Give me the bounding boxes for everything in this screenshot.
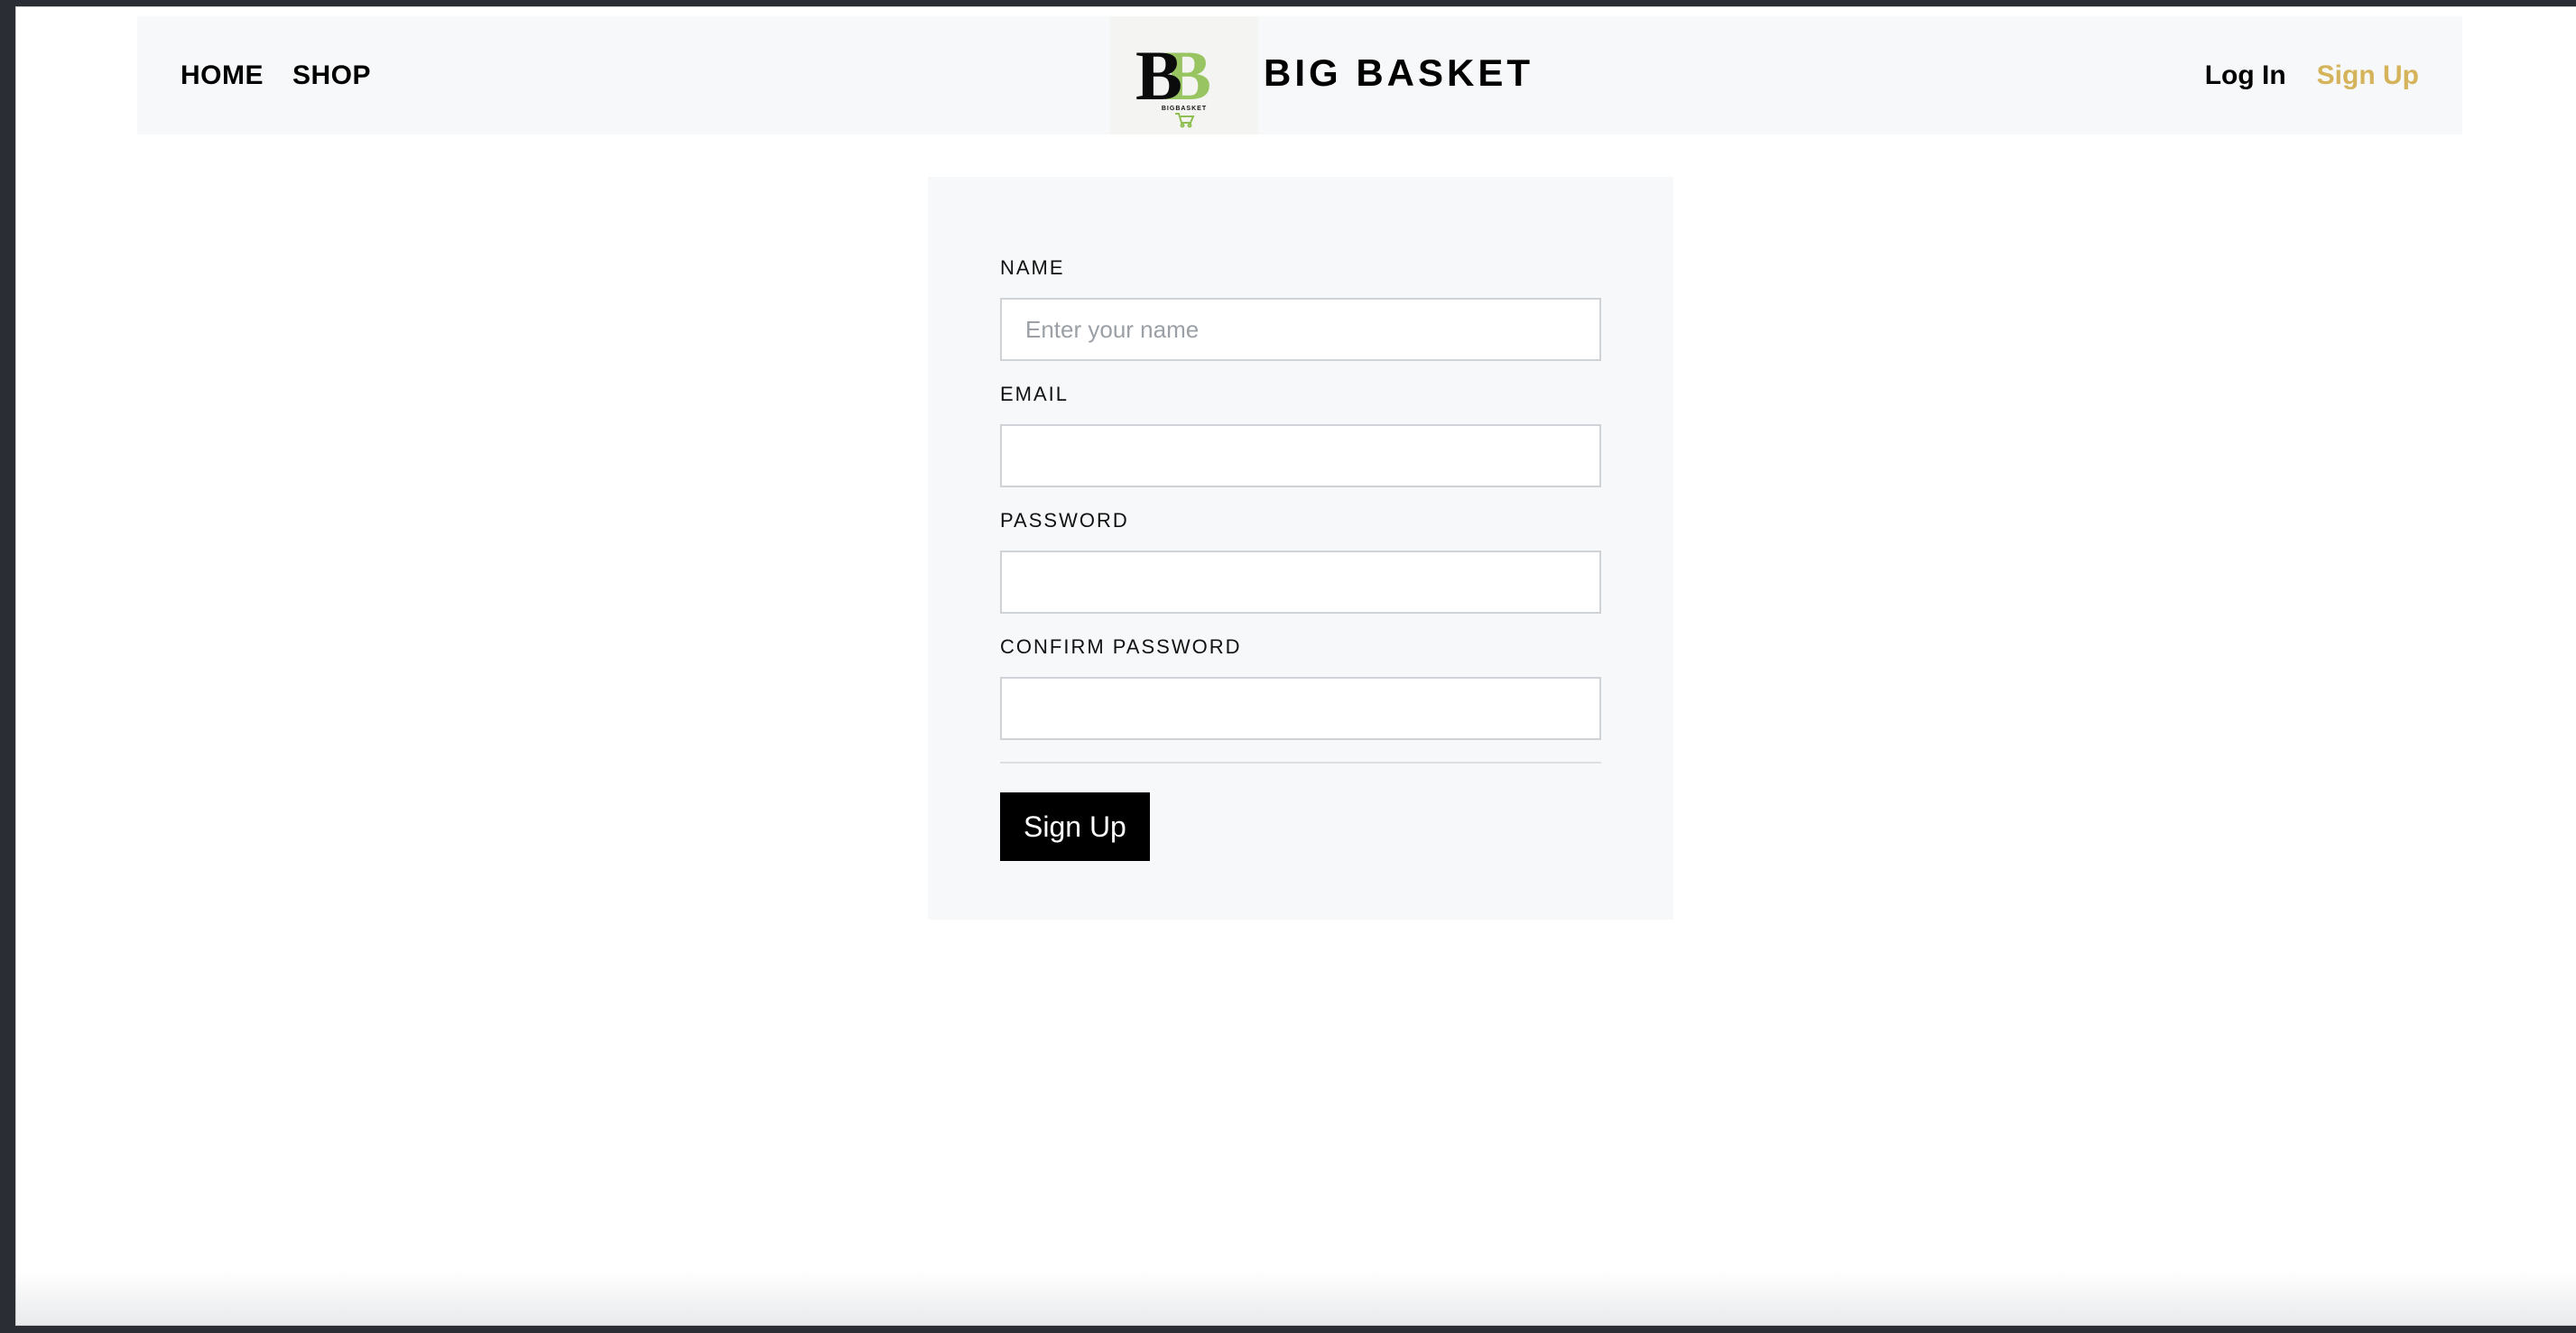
form-divider — [1000, 762, 1601, 764]
nav-link-home[interactable]: HOME — [181, 60, 264, 91]
email-input[interactable] — [1000, 424, 1601, 487]
nav-link-shop[interactable]: SHOP — [292, 60, 371, 91]
brand-name[interactable]: BIG BASKET — [1264, 51, 1534, 95]
confirm-password-input[interactable] — [1000, 677, 1601, 740]
svg-text:B: B — [1135, 36, 1182, 115]
signup-card: NAME EMAIL PASSWORD CONFIRM PASSWORD Sig… — [928, 177, 1673, 920]
auth-links: Log In Sign Up — [2205, 16, 2419, 134]
email-label: EMAIL — [1000, 383, 1070, 405]
brand[interactable]: B B BIGBASKET BIG BASKET — [1110, 16, 1534, 134]
signup-form: NAME EMAIL PASSWORD CONFIRM PASSWORD Sig… — [1000, 256, 1601, 861]
nav-links: HOME SHOP — [137, 16, 371, 134]
name-label: NAME — [1000, 256, 1065, 279]
brand-logo[interactable]: B B BIGBASKET — [1110, 16, 1258, 134]
navbar: HOME SHOP B B BIGBASKET BIG BASKET Log I… — [137, 16, 2462, 134]
svg-text:BIGBASKET: BIGBASKET — [1162, 106, 1207, 112]
signup-submit-button[interactable]: Sign Up — [1000, 792, 1150, 861]
name-input[interactable] — [1000, 298, 1601, 361]
browser-viewport: HOME SHOP B B BIGBASKET BIG BASKET Log I… — [16, 7, 2576, 1325]
password-label: PASSWORD — [1000, 509, 1129, 532]
login-link[interactable]: Log In — [2205, 60, 2286, 91]
confirm-password-label: CONFIRM PASSWORD — [1000, 635, 1242, 658]
signup-link[interactable]: Sign Up — [2317, 60, 2419, 91]
password-input[interactable] — [1000, 551, 1601, 614]
